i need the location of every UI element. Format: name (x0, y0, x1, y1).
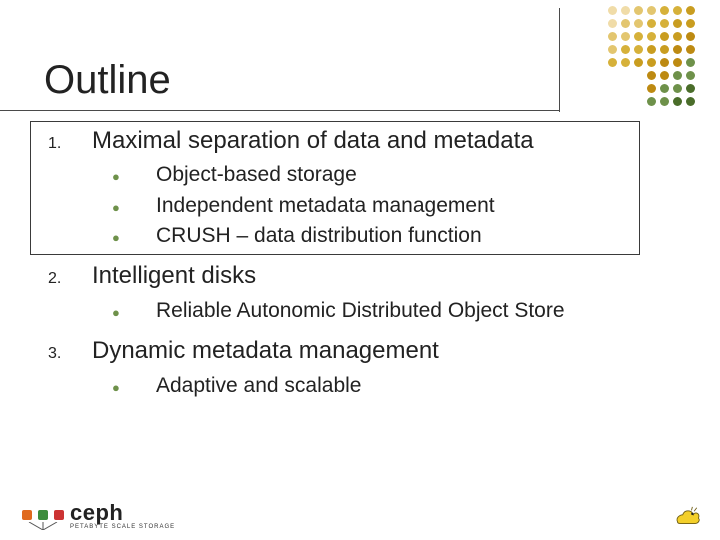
outline-subitem: ● Object-based storage (112, 161, 680, 189)
footer-brand: ceph PETABYTE SCALE STORAGE (22, 500, 175, 530)
outline-item-1: 1. Maximal separation of data and metada… (48, 125, 680, 157)
footer-mascot (674, 499, 702, 532)
bullet-icon: ● (112, 196, 156, 217)
bullet-icon: ● (112, 301, 156, 322)
subitem-label: Independent metadata management (156, 192, 495, 220)
outline-number: 2. (48, 265, 92, 290)
outline-subitem: ● CRUSH – data distribution function (112, 222, 680, 250)
slide: Outline 1. Maximal separation of data an… (0, 0, 720, 540)
subitem-label: CRUSH – data distribution function (156, 222, 482, 250)
corner-dots-decoration (608, 6, 696, 107)
slide-title: Outline (44, 58, 171, 103)
bullet-icon: ● (112, 226, 156, 247)
bullet-icon: ● (112, 376, 156, 397)
outline-item-3: 3. Dynamic metadata management (48, 335, 680, 367)
outline-label: Maximal separation of data and metadata (92, 125, 534, 157)
bullet-icon: ● (112, 165, 156, 186)
subitem-label: Reliable Autonomic Distributed Object St… (156, 297, 565, 325)
outline-body: 1. Maximal separation of data and metada… (48, 125, 680, 402)
ceph-wordmark: ceph PETABYTE SCALE STORAGE (70, 500, 175, 530)
subitem-label: Object-based storage (156, 161, 357, 189)
brand-tagline: PETABYTE SCALE STORAGE (70, 524, 175, 530)
title-rule-vertical (559, 8, 560, 112)
outline-subitem: ● Adaptive and scalable (112, 372, 680, 400)
outline-number: 1. (48, 130, 92, 155)
outline-subitem: ● Independent metadata management (112, 192, 680, 220)
title-rule-horizontal (0, 110, 560, 111)
outline-label: Intelligent disks (92, 260, 256, 292)
slug-icon (674, 499, 702, 527)
brand-word: ceph (70, 500, 175, 526)
outline-subitem: ● Reliable Autonomic Distributed Object … (112, 297, 680, 325)
outline-number: 3. (48, 340, 92, 365)
subitem-label: Adaptive and scalable (156, 372, 361, 400)
outline-label: Dynamic metadata management (92, 335, 439, 367)
ceph-logo-icon (22, 510, 64, 530)
outline-item-2: 2. Intelligent disks (48, 260, 680, 292)
